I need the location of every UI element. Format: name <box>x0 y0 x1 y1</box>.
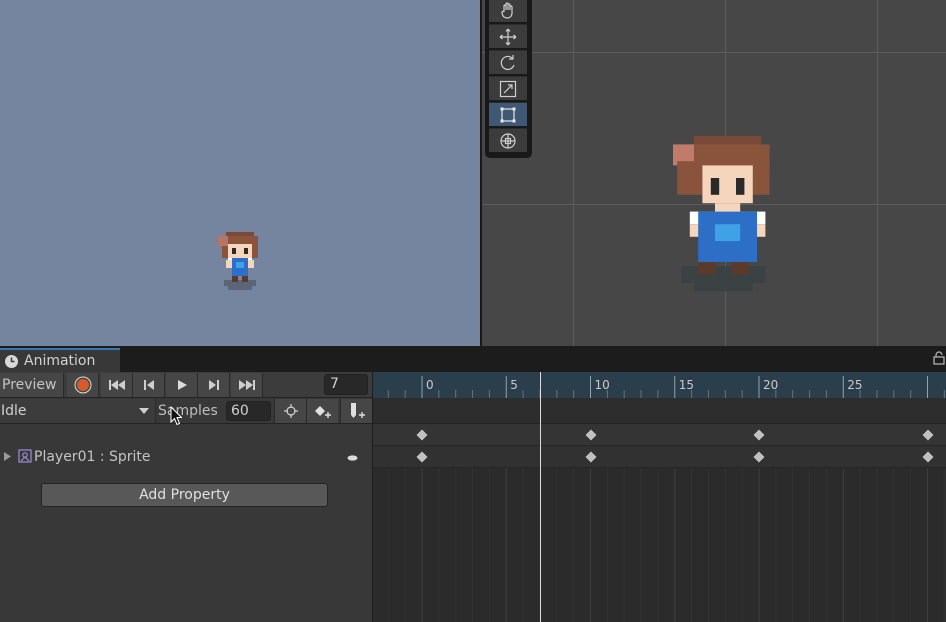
expand-arrow-icon[interactable] <box>3 451 12 462</box>
add-event-icon <box>350 403 365 418</box>
tab-animation[interactable]: Animation <box>0 348 120 372</box>
event-row[interactable] <box>373 398 946 424</box>
record-button[interactable] <box>67 373 99 397</box>
sprite-renderer-icon <box>18 449 32 463</box>
current-frame-field[interactable]: 7 <box>324 374 368 395</box>
rect-tool-icon <box>500 107 516 122</box>
first-keyframe-button[interactable] <box>101 373 133 397</box>
scene-view[interactable] <box>482 0 946 346</box>
property-keyframe-row[interactable] <box>373 446 946 468</box>
ruler-label: 25 <box>847 378 863 392</box>
last-keyframe-button[interactable] <box>231 373 263 397</box>
previous-keyframe-button[interactable] <box>133 373 165 397</box>
add-keyframe-button[interactable] <box>306 399 338 423</box>
game-view[interactable] <box>0 0 480 346</box>
ruler-label: 20 <box>763 378 779 392</box>
samples-field[interactable]: 60 <box>226 401 271 421</box>
add-keyframe-icon <box>314 406 331 418</box>
ruler-label: 0 <box>426 378 434 392</box>
rotate-tool-icon <box>500 54 515 70</box>
preview-button[interactable]: Preview <box>0 373 64 397</box>
summary-keyframe-row[interactable] <box>373 424 946 446</box>
previous-keyframe-icon <box>143 380 154 390</box>
move-tool-button[interactable] <box>489 24 527 48</box>
chevron-down-icon <box>139 408 149 414</box>
hand-tool-button[interactable] <box>489 0 527 22</box>
scale-tool-icon <box>499 80 517 97</box>
lock-icon[interactable] <box>932 351 946 365</box>
move-tool-icon <box>499 28 517 45</box>
add-event-button[interactable] <box>340 399 372 423</box>
timeline-grid <box>387 468 945 622</box>
filter-by-selection-button[interactable] <box>274 399 306 423</box>
next-keyframe-button[interactable] <box>198 373 230 397</box>
playhead[interactable] <box>540 372 541 622</box>
clock-icon <box>5 354 18 368</box>
samples-label: Samples <box>158 403 218 419</box>
last-keyframe-icon <box>238 380 255 390</box>
add-property-button[interactable]: Add Property <box>41 483 328 507</box>
play-button[interactable] <box>166 373 198 397</box>
hand-tool-icon <box>501 1 513 19</box>
next-keyframe-icon <box>208 380 219 390</box>
mouse-cursor-icon <box>170 406 182 426</box>
record-icon <box>74 376 91 394</box>
transform-tool-icon <box>500 132 516 149</box>
panel-tab-strip <box>0 346 946 372</box>
player-sprite-small <box>218 232 258 290</box>
rect-tool-button[interactable] <box>489 102 527 126</box>
player-sprite-large <box>673 136 770 292</box>
property-label: Player01 : Sprite <box>34 449 151 465</box>
play-icon <box>177 380 187 390</box>
transform-tool-button[interactable] <box>489 128 527 152</box>
ruler-label: 15 <box>678 378 695 392</box>
tab-animation-label: Animation <box>24 353 96 369</box>
filter-by-selection-icon <box>283 404 298 418</box>
scale-tool-button[interactable] <box>489 76 527 100</box>
ruler-label: 10 <box>594 378 610 392</box>
clip-dropdown[interactable]: Idle <box>0 399 156 423</box>
keyframe-indicator-icon <box>347 455 358 461</box>
rotate-tool-button[interactable] <box>489 50 527 74</box>
ruler-label: 5 <box>510 378 518 392</box>
first-keyframe-icon <box>108 380 125 390</box>
